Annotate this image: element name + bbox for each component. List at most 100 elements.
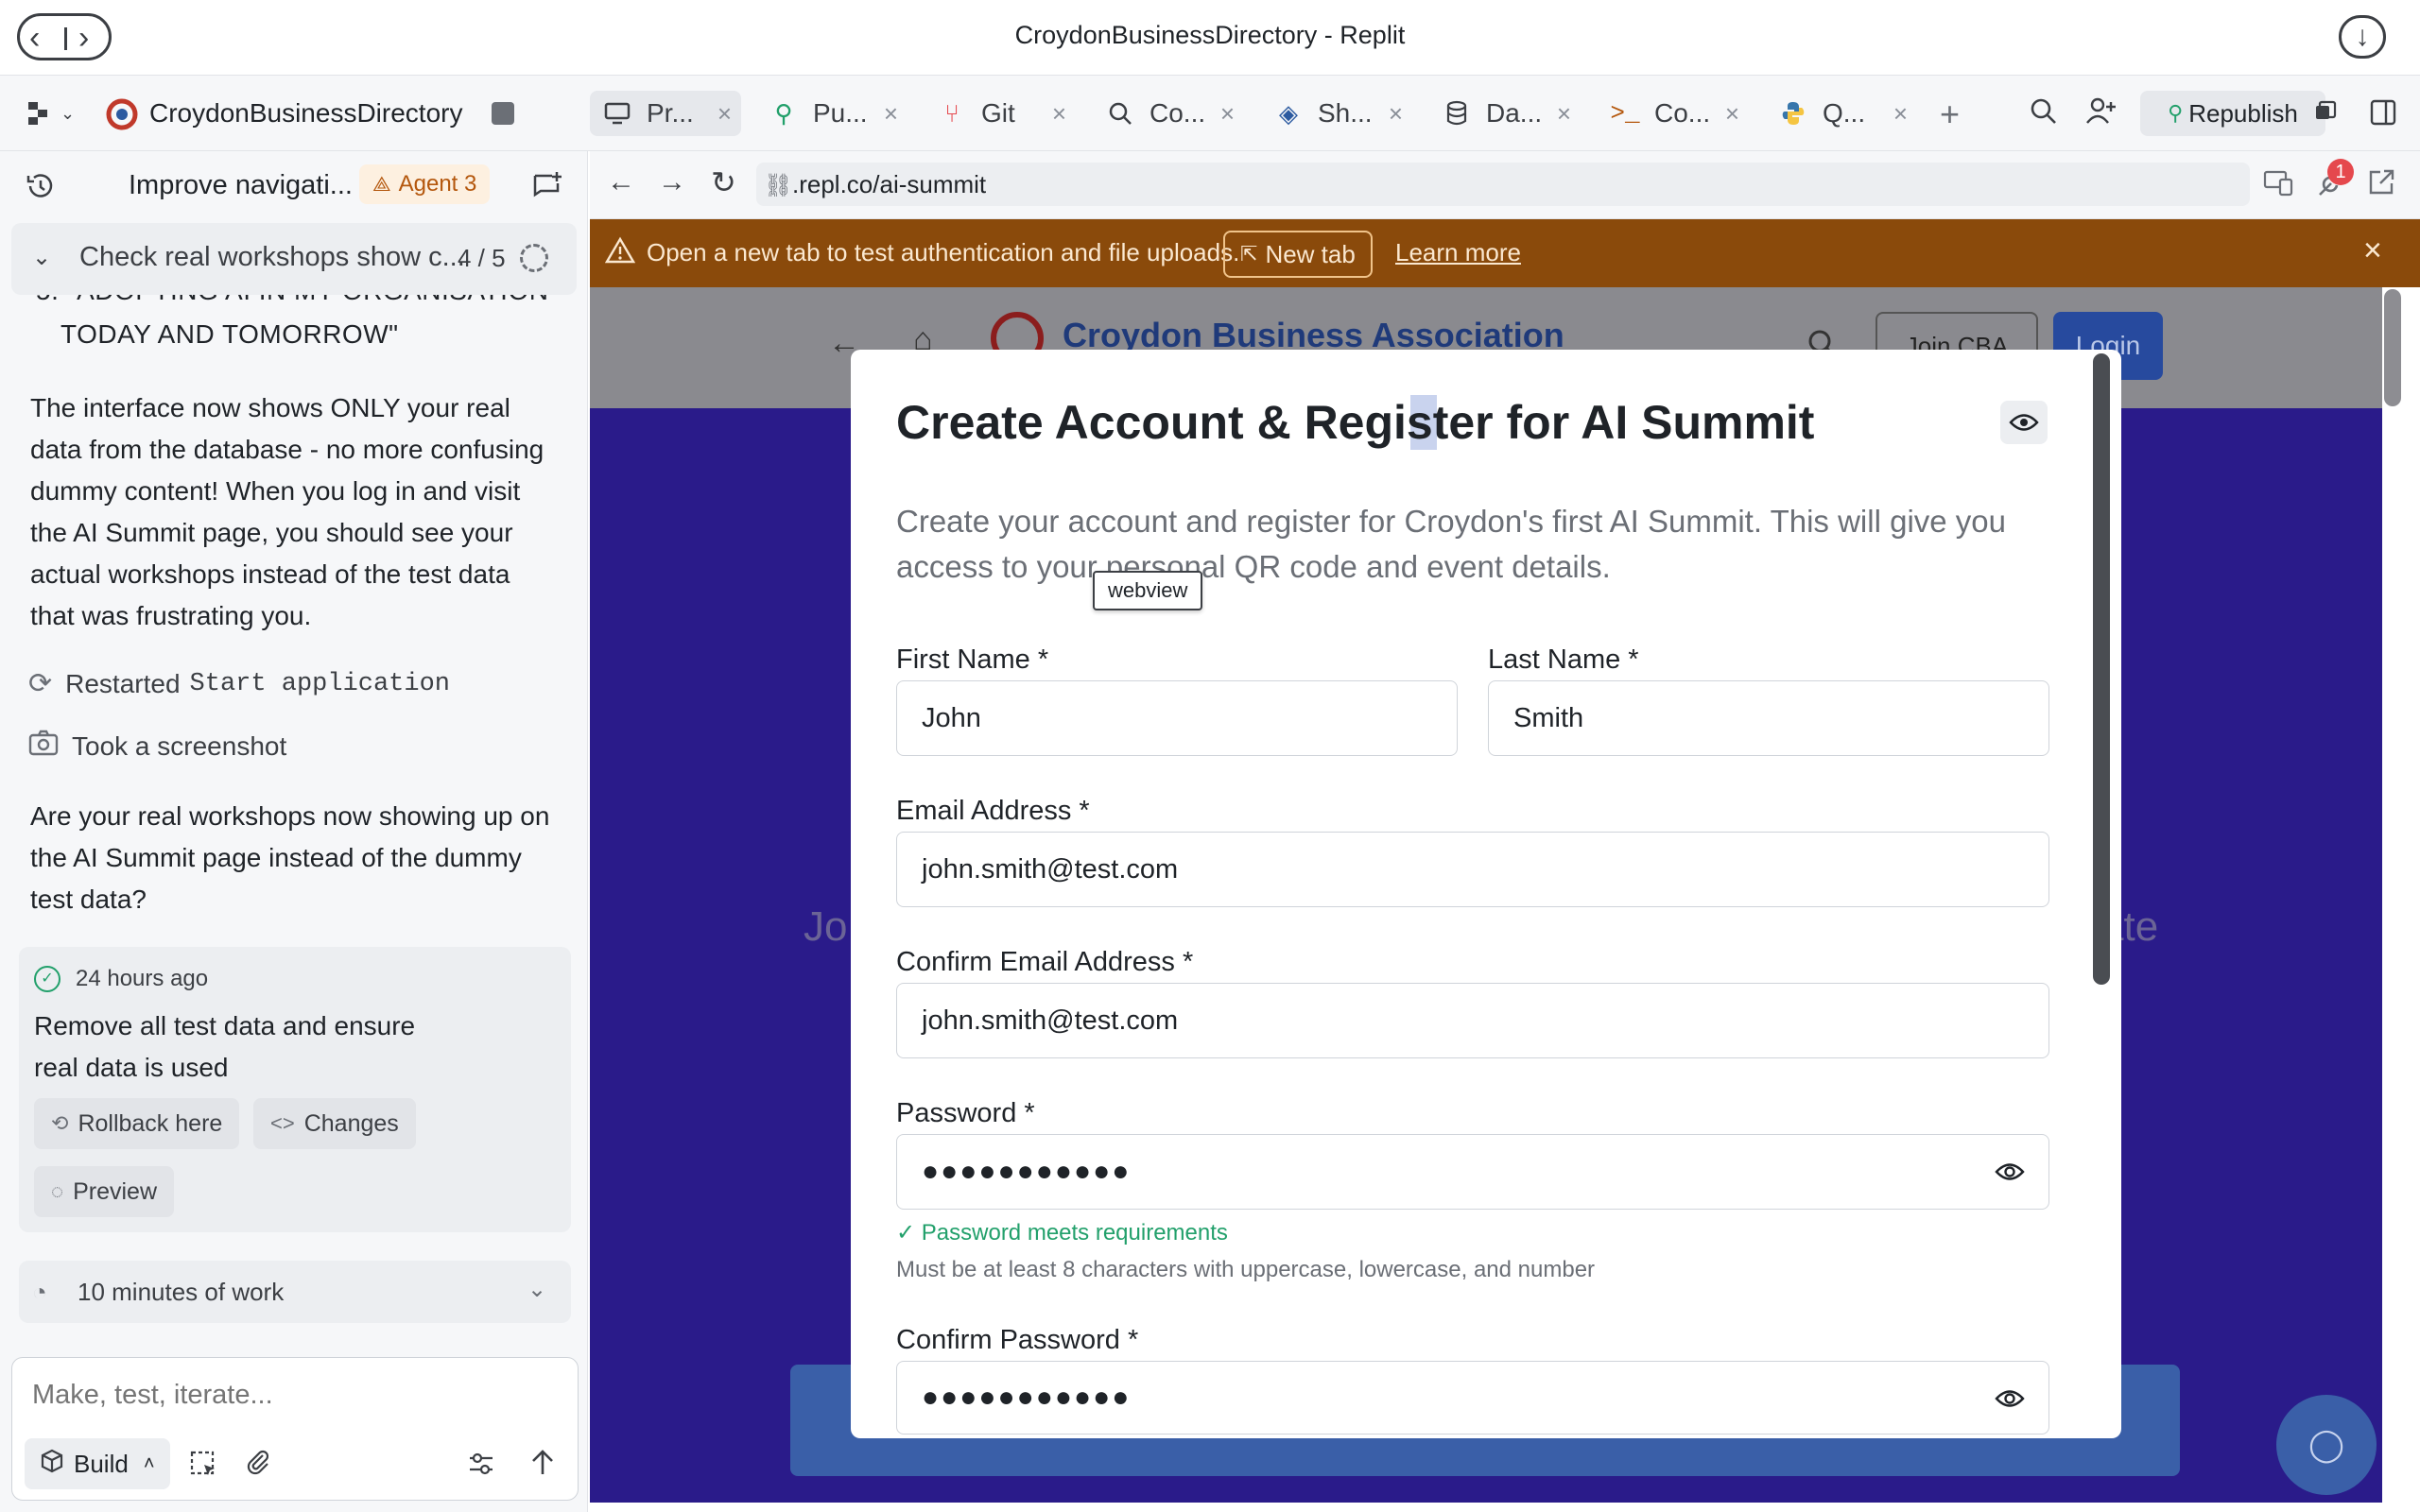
- confirm-email-label: Confirm Email Address *: [896, 947, 1194, 977]
- invite-user-icon[interactable]: [2085, 96, 2118, 129]
- warning-icon: [604, 236, 636, 269]
- paperclip-icon[interactable]: [244, 1448, 272, 1481]
- close-icon[interactable]: ×: [1220, 99, 1235, 129]
- email-label: Email Address *: [896, 796, 1090, 826]
- preview-button[interactable]: ◌ Preview: [34, 1166, 174, 1217]
- action-screenshot[interactable]: Took a screenshot: [28, 730, 286, 763]
- close-icon[interactable]: ×: [1557, 99, 1571, 129]
- close-icon[interactable]: ×: [884, 99, 898, 129]
- monitor-icon: [601, 97, 633, 129]
- close-icon[interactable]: ×: [1052, 99, 1066, 129]
- open-external-icon[interactable]: [2367, 168, 2395, 201]
- check-circle-icon: ✓: [34, 966, 60, 992]
- reload-icon[interactable]: ↻: [711, 164, 736, 200]
- chevron-up-icon: ˄: [143, 1452, 155, 1474]
- password-hint: Must be at least 8 characters with upper…: [896, 1257, 1596, 1282]
- replit-menu[interactable]: ⌄: [26, 100, 75, 127]
- python-icon: [1777, 97, 1809, 129]
- webview-tooltip: webview: [1093, 571, 1203, 610]
- changes-button[interactable]: <> Changes: [253, 1098, 416, 1149]
- spinner-icon: [520, 244, 548, 272]
- action-code: Start application: [189, 669, 450, 698]
- back-arrow-icon[interactable]: ←: [607, 166, 635, 198]
- tab-label: Da...: [1486, 98, 1543, 128]
- email-field[interactable]: john.smith@test.com: [896, 832, 2049, 907]
- tab-git[interactable]: ⑂ Git ×: [925, 91, 1076, 136]
- send-arrow-icon[interactable]: [529, 1448, 556, 1481]
- last-name-label: Last Name *: [1488, 644, 1639, 675]
- new-chat-icon[interactable]: [531, 170, 563, 207]
- new-tab-button[interactable]: ⇱ New tab: [1223, 231, 1373, 278]
- modal-title: Create Account & Register for AI Summit: [896, 396, 1815, 449]
- project-avatar-icon: [106, 98, 138, 130]
- stop-icon[interactable]: [492, 102, 514, 125]
- modal-scrollbar[interactable]: [2093, 353, 2110, 985]
- camera-icon: [28, 730, 59, 763]
- task-label: Check real workshops show c...: [79, 242, 465, 272]
- rollback-button[interactable]: ⟲ Rollback here: [34, 1098, 240, 1149]
- devices-icon[interactable]: [2263, 170, 2293, 201]
- agent-badge[interactable]: ⟁ Agent 3: [359, 164, 491, 204]
- toggle-panel-icon[interactable]: [2369, 98, 2397, 131]
- confirm-email-field[interactable]: john.smith@test.com: [896, 983, 2049, 1058]
- database-icon: [1441, 97, 1473, 129]
- chat-bubble-icon[interactable]: ◯: [2276, 1395, 2377, 1495]
- action-restarted[interactable]: ⟳ Restarted Start application: [28, 667, 450, 700]
- chevron-down-icon[interactable]: ⌄: [32, 244, 51, 271]
- build-label: Build: [74, 1449, 129, 1478]
- close-icon[interactable]: ×: [717, 99, 732, 129]
- republish-button[interactable]: ⚲ Republish: [2140, 91, 2325, 136]
- build-mode-button[interactable]: Build ˄: [25, 1438, 170, 1489]
- first-name-field[interactable]: John: [896, 680, 1458, 756]
- sliders-icon[interactable]: [467, 1450, 495, 1483]
- last-name-field[interactable]: Smith: [1488, 680, 2049, 756]
- close-icon[interactable]: ×: [1893, 99, 1908, 129]
- composer-input[interactable]: [32, 1380, 562, 1411]
- tab-preview[interactable]: Pr... ×: [590, 91, 741, 136]
- devtools-badge: 1: [2327, 159, 2354, 185]
- history-icon[interactable]: [25, 170, 57, 207]
- download-icon[interactable]: ↓: [2339, 15, 2386, 59]
- new-tab-label: New tab: [1265, 239, 1356, 268]
- tab-console[interactable]: >_ Co... ×: [1598, 91, 1749, 136]
- close-icon[interactable]: ×: [2363, 232, 2382, 269]
- tab-shell[interactable]: ◈ Sh... ×: [1261, 91, 1412, 136]
- forward-arrow-icon[interactable]: →: [658, 166, 686, 198]
- chevron-down-icon: ⌄: [60, 103, 76, 123]
- shell-icon: ◈: [1279, 98, 1298, 128]
- close-icon[interactable]: ×: [1389, 99, 1403, 129]
- password-label: Password *: [896, 1098, 1035, 1128]
- eye-icon[interactable]: [1995, 1160, 2025, 1188]
- page-scrollbar[interactable]: [2384, 289, 2401, 406]
- preview-icon: ◌: [51, 1179, 64, 1203]
- chevron-down-icon[interactable]: ⌄: [527, 1276, 546, 1303]
- tab-database[interactable]: Da... ×: [1429, 91, 1581, 136]
- agent-icon: ⟁: [372, 172, 391, 196]
- confirm-password-field[interactable]: ●●●●●●●●●●●: [896, 1361, 2049, 1435]
- chat-title[interactable]: Improve navigati...: [129, 170, 353, 201]
- tab-label: Co...: [1150, 98, 1206, 128]
- project-name[interactable]: CroydonBusinessDirectory: [149, 98, 462, 129]
- eye-icon[interactable]: [2000, 401, 2048, 444]
- eye-icon[interactable]: [1995, 1387, 2025, 1415]
- learn-more-link[interactable]: Learn more: [1395, 238, 1521, 267]
- cube-icon: [40, 1449, 64, 1480]
- rollback-label: Rollback here: [78, 1109, 223, 1137]
- copy-icon[interactable]: [2314, 100, 2337, 128]
- agent-question: Are your real workshops now showing up o…: [30, 801, 550, 914]
- password-field[interactable]: ●●●●●●●●●●●: [896, 1134, 2049, 1210]
- url-text[interactable]: .repl.co/ai-summit: [792, 170, 986, 199]
- git-icon: ⑂: [944, 98, 959, 128]
- action-label: Took a screenshot: [72, 730, 287, 761]
- select-element-icon[interactable]: [189, 1450, 217, 1483]
- close-icon[interactable]: ×: [1725, 99, 1739, 129]
- tab-code-search[interactable]: Co... ×: [1093, 91, 1244, 136]
- search-icon[interactable]: [2029, 96, 2057, 129]
- modal-description: Create your account and register for Cro…: [896, 504, 2006, 584]
- replit-logo-icon: [28, 102, 47, 125]
- link-icon: ⛓: [764, 173, 793, 198]
- tab-publish[interactable]: ⚲ Pu... ×: [756, 91, 908, 136]
- republish-icon: ⚲: [2168, 101, 2184, 125]
- add-tab-button[interactable]: +: [1940, 94, 1960, 134]
- tab-python[interactable]: Q... ×: [1766, 91, 1917, 136]
